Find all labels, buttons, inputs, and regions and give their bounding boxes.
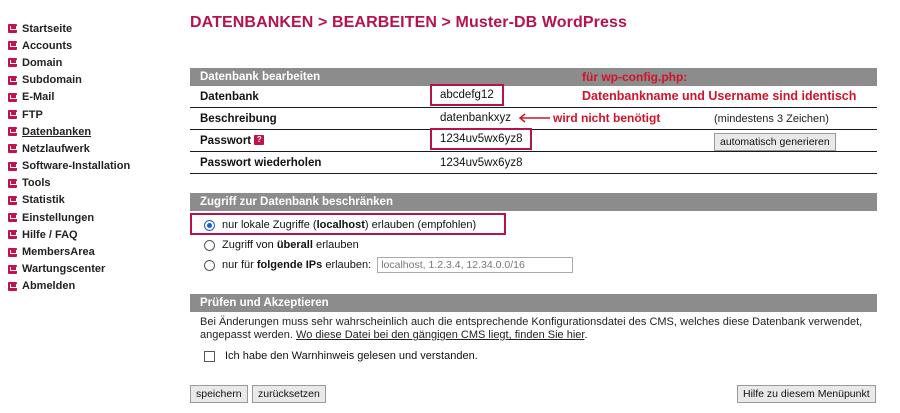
sidebar-nav: Startseite Accounts Domain Subdomain E-M… [8,20,178,295]
arrow-bullet-icon [8,230,17,240]
confirm-section: Prüfen und Akzeptieren Bei Änderungen mu… [190,294,877,362]
description-input[interactable]: datenbankxyz [440,112,511,124]
access-restriction-section: Zugriff zur Datenbank beschränken nur lo… [190,193,877,275]
help-button[interactable]: Hilfe zu diesem Menüpunkt [737,385,876,403]
radio-specific-ips-label: nur für folgende IPs erlauben: [222,259,372,271]
arrow-bullet-icon [8,127,17,137]
description-label: Beschreibung [200,112,277,125]
help-icon[interactable]: ? [254,135,265,146]
arrow-bullet-icon [8,213,17,223]
database-title: Muster-DB WordPress [455,14,627,31]
arrow-bullet-icon [8,195,17,205]
sidebar-item-ftp[interactable]: FTP [8,106,178,123]
sidebar-item-einstellungen[interactable]: Einstellungen [8,209,178,226]
radio-specific-ips[interactable]: nur für folgende IPs erlauben: [190,255,877,275]
sidebar-item-subdomain[interactable]: Subdomain [8,72,178,89]
arrow-bullet-icon [8,247,17,257]
sidebar-item-accounts[interactable]: Accounts [8,37,178,54]
radio-localhost[interactable]: nur lokale Zugriffe (localhost) erlauben… [190,213,877,235]
confirm-checkbox-label: Ich habe den Warnhinweis gelesen und ver… [225,350,478,362]
database-name-value: abcdefg12 [430,84,504,106]
arrow-bullet-icon [8,110,17,120]
sidebar-item-tools[interactable]: Tools [8,175,178,192]
save-button[interactable]: speichern [190,385,248,403]
page-title: DATENBANKEN > BEARBEITEN > Muster-DB Wor… [190,14,627,32]
password-label: Passwort [200,134,252,147]
confirm-checkbox-row[interactable]: Ich habe den Warnhinweis gelesen und ver… [190,350,877,362]
arrow-bullet-icon [8,58,17,68]
arrow-bullet-icon [8,24,17,34]
annotation-not-needed: wird nicht benötigt [553,111,661,125]
arrow-bullet-icon [8,41,17,51]
reset-button[interactable]: zurücksetzen [252,385,326,403]
section-header: Zugriff zur Datenbank beschränken [190,193,877,211]
password-repeat-input[interactable]: 1234uv5wx6yz8 [440,157,522,169]
sidebar-item-domain[interactable]: Domain [8,54,178,71]
section-header: Datenbank bearbeiten [190,68,877,86]
sidebar-item-netzlaufwerk[interactable]: Netzlaufwerk [8,140,178,157]
arrow-bullet-icon [8,264,17,274]
sidebar-item-wartungscenter[interactable]: Wartungscenter [8,261,178,278]
allowed-ips-input[interactable] [377,257,574,273]
sidebar-item-startseite[interactable]: Startseite [8,20,178,37]
sidebar-item-hilfe-faq[interactable]: Hilfe / FAQ [8,226,178,243]
annotation-wpconfig: für wp-config.php: [582,70,688,84]
password-input[interactable]: 1234uv5wx6yz8 [430,128,533,150]
sidebar-item-email[interactable]: E-Mail [8,89,178,106]
sidebar-item-software-installation[interactable]: Software-Installation [8,158,178,175]
arrow-bullet-icon [8,92,17,102]
sidebar-item-statistik[interactable]: Statistik [8,192,178,209]
sidebar-item-membersarea[interactable]: MembersArea [8,243,178,260]
sidebar-item-abmelden[interactable]: Abmelden [8,278,178,295]
radio-specific-ips-button[interactable] [204,259,215,271]
sidebar-item-datenbanken[interactable]: Datenbanken [8,123,178,140]
password-repeat-row: Passwort wiederholen 1234uv5wx6yz8 [190,152,877,174]
section-header: Prüfen und Akzeptieren [190,294,877,312]
generate-password-button[interactable]: automatisch generieren [714,133,836,151]
radio-everywhere-button[interactable] [204,239,215,251]
description-hint: (mindestens 3 Zeichen) [714,112,829,125]
breadcrumb: DATENBANKEN > BEARBEITEN > [190,14,456,31]
arrow-bullet-icon [8,178,17,188]
highlight-box [190,213,506,235]
arrow-bullet-icon [8,281,17,291]
confirm-checkbox[interactable] [204,350,215,362]
cms-config-link[interactable]: Wo diese Datei bei den gängigen CMS lieg… [296,329,584,341]
arrow-bullet-icon [8,144,17,154]
password-repeat-label: Passwort wiederholen [200,156,322,169]
database-label: Datenbank [200,90,259,103]
password-row: Passwort? 1234uv5wx6yz8 automatisch gene… [190,128,877,152]
arrow-bullet-icon [8,75,17,85]
password-label-wrap: Passwort? [190,135,420,147]
radio-everywhere-label: Zugriff von überall erlauben [222,239,359,251]
warning-text: Bei Änderungen muss sehr wahrscheinlich … [200,316,863,341]
radio-everywhere[interactable]: Zugriff von überall erlauben [190,235,877,255]
annotation-identical: Datenbankname und Username sind identisc… [582,89,857,103]
arrow-bullet-icon [8,161,17,171]
arrow-left-icon [518,113,550,123]
